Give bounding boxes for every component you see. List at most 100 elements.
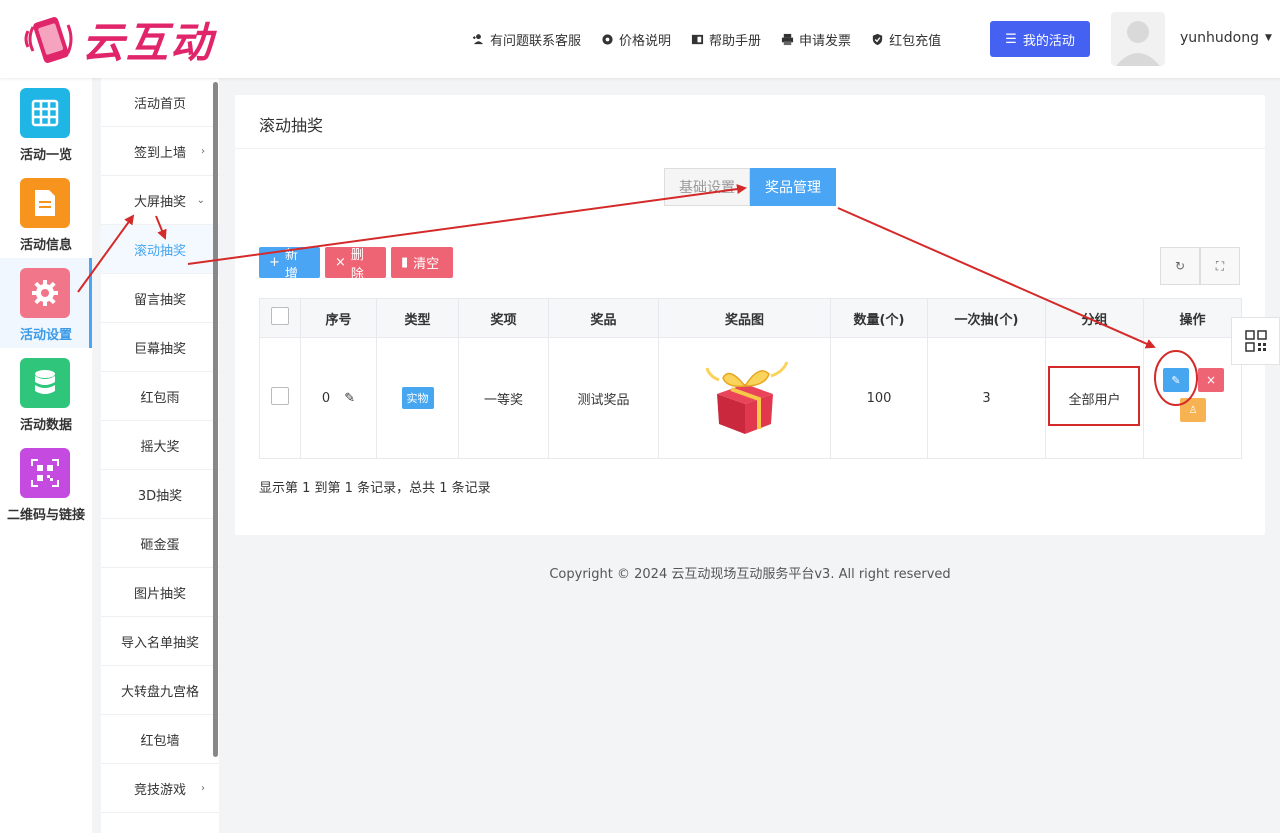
- subnav-item-giant-screen-lottery[interactable]: 巨幕抽奖: [101, 323, 219, 372]
- main-card: 滚动抽奖 基础设置 奖品管理 + 新增 × 删除 ▮ 清空 ↻ ⛶ 序号 类型 奖项 …: [235, 95, 1265, 535]
- subnav-item-home[interactable]: 活动首页: [101, 78, 219, 127]
- list-icon: ☰: [1005, 31, 1017, 47]
- pencil-icon[interactable]: ✎: [344, 391, 355, 406]
- pagination-info: 显示第 1 到第 1 条记录，总共 1 条记录: [259, 481, 491, 496]
- trash-icon: ▮: [401, 255, 409, 270]
- select-all-checkbox[interactable]: [271, 307, 289, 325]
- sidebar-item-label: 活动设置: [19, 328, 72, 343]
- brand-name: 云互动: [82, 17, 215, 67]
- pencil-icon: ✎: [1171, 373, 1181, 387]
- column-header[interactable]: 数量(个): [830, 298, 928, 338]
- refresh-button[interactable]: ↻: [1160, 247, 1200, 285]
- subnav-item-message-lottery[interactable]: 留言抽奖: [101, 274, 219, 323]
- subnav-item-red-packet-wall[interactable]: 红包墙: [101, 715, 219, 764]
- chevron-right-icon: ›: [201, 782, 205, 794]
- column-header[interactable]: 奖品图: [658, 298, 831, 338]
- redpacket-recharge-link[interactable]: 红包充值: [871, 30, 941, 49]
- column-header[interactable]: 一次抽(个): [927, 298, 1046, 338]
- subnav-item-golden-egg[interactable]: 砸金蛋: [101, 519, 219, 568]
- help-manual-link[interactable]: 帮助手册: [691, 30, 761, 49]
- column-header[interactable]: 序号: [300, 298, 377, 338]
- add-button[interactable]: + 新增: [259, 247, 320, 282]
- prize-cell: 测试奖品: [548, 337, 659, 459]
- book-icon: [691, 34, 704, 44]
- column-header[interactable]: 操作: [1143, 298, 1242, 338]
- shield-check-icon: [872, 33, 883, 45]
- top-nav: 有问题联系客服 价格说明 帮助手册 申请发票 红包充值: [472, 0, 941, 78]
- gear-icon: [602, 33, 613, 45]
- sidebar-item-qrcode-links[interactable]: 二维码与链接: [0, 438, 92, 528]
- clear-button[interactable]: ▮ 清空: [391, 247, 453, 278]
- column-header[interactable]: 类型: [376, 298, 459, 338]
- user-plus-icon: [472, 33, 484, 44]
- delete-label: 删除: [350, 247, 364, 282]
- contact-support-label: 有问题联系客服: [490, 33, 582, 49]
- document-icon: [20, 178, 70, 228]
- sidebar-item-activity-info[interactable]: 活动信息: [0, 168, 92, 258]
- subnav-label: 活动首页: [133, 96, 186, 112]
- sidebar-item-activity-settings[interactable]: 活动设置: [0, 258, 92, 348]
- refresh-icon: ↻: [1174, 259, 1186, 273]
- brand-logo[interactable]: 云互动: [22, 10, 232, 68]
- subnav-label: 红包雨: [140, 390, 180, 406]
- printer-icon: [781, 33, 794, 45]
- contact-support-link[interactable]: 有问题联系客服: [472, 30, 581, 49]
- secondary-sidebar: 活动首页 签到上墙 › 大屏抽奖 ⌄ 滚动抽奖 留言抽奖 巨幕抽奖 红包雨 摇大奖 …: [101, 78, 219, 833]
- table-tools: ↻ ⛶: [1160, 247, 1240, 285]
- sidebar-item-label: 活动数据: [19, 418, 72, 433]
- column-header[interactable]: 奖项: [458, 298, 549, 338]
- plus-icon: +: [269, 255, 280, 270]
- tab-prize-management[interactable]: 奖品管理: [750, 168, 836, 206]
- prize-image-cell: [658, 337, 831, 459]
- subnav-label: 摇大奖: [140, 439, 180, 455]
- subnav-item-shake-prize[interactable]: 摇大奖: [101, 421, 219, 470]
- sidebar-scrollbar[interactable]: [213, 82, 218, 757]
- subnav-item-import-list-lottery[interactable]: 导入名单抽奖: [101, 617, 219, 666]
- top-header: 云互动 有问题联系客服 价格说明 帮助手册 申请发票 红包充值 ☰ 我的活动 y…: [0, 0, 1280, 78]
- column-header[interactable]: 奖品: [548, 298, 659, 338]
- subnav-item-competitive-games[interactable]: 竞技游戏 ›: [101, 764, 219, 813]
- invoice-link[interactable]: 申请发票: [781, 30, 851, 49]
- column-header[interactable]: 分组: [1045, 298, 1144, 338]
- gift-box-image[interactable]: [699, 356, 791, 436]
- title-divider: [235, 148, 1265, 149]
- subnav-item-red-packet-rain[interactable]: 红包雨: [101, 372, 219, 421]
- caret-down-icon: ▼: [1265, 33, 1272, 43]
- row-checkbox[interactable]: [271, 387, 289, 405]
- type-cell: 实物: [376, 337, 459, 459]
- sidebar-item-activity-data[interactable]: 活动数据: [0, 348, 92, 438]
- my-activity-button[interactable]: ☰ 我的活动: [990, 21, 1090, 57]
- assign-user-button[interactable]: ♙: [1180, 398, 1206, 422]
- per-draw-cell: 3: [927, 337, 1046, 459]
- invoice-label: 申请发票: [799, 33, 852, 49]
- fullscreen-button[interactable]: ⛶: [1200, 247, 1240, 285]
- subnav-item-wheel-grid[interactable]: 大转盘九宫格: [101, 666, 219, 715]
- delete-row-button[interactable]: ×: [1198, 368, 1224, 392]
- gear-icon: [20, 268, 70, 318]
- row-select-cell: [259, 337, 301, 459]
- chevron-right-icon: ›: [201, 145, 205, 157]
- redpacket-recharge-label: 红包充值: [889, 33, 942, 49]
- delete-button[interactable]: × 删除: [325, 247, 386, 282]
- subnav-item-image-lottery[interactable]: 图片抽奖: [101, 568, 219, 617]
- help-manual-label: 帮助手册: [709, 33, 762, 49]
- avatar[interactable]: [1111, 12, 1165, 66]
- award-cell: 一等奖: [458, 337, 549, 459]
- subnav-label: 红包墙: [140, 733, 180, 749]
- subnav-label: 滚动抽奖: [133, 243, 186, 259]
- edit-button[interactable]: ✎: [1163, 368, 1189, 392]
- subnav-label: 3D抽奖: [137, 488, 183, 504]
- subnav-item-3d-lottery[interactable]: 3D抽奖: [101, 470, 219, 519]
- phone-logo-icon: [22, 11, 78, 67]
- subnav-item-signin-wall[interactable]: 签到上墙 ›: [101, 127, 219, 176]
- subnav-item-scroll-lottery[interactable]: 滚动抽奖: [101, 225, 219, 274]
- database-icon: [20, 358, 70, 408]
- index-value: 0: [321, 390, 331, 406]
- pricing-link[interactable]: 价格说明: [601, 30, 671, 49]
- tab-basic-settings[interactable]: 基础设置: [664, 168, 750, 206]
- subnav-item-big-screen-lottery[interactable]: 大屏抽奖 ⌄: [101, 176, 219, 225]
- select-all-cell: [259, 298, 301, 338]
- sidebar-item-activity-list[interactable]: 活动一览: [0, 78, 92, 168]
- user-menu[interactable]: yunhudong ▼: [1180, 30, 1272, 46]
- floating-qrcode-button[interactable]: [1231, 317, 1280, 365]
